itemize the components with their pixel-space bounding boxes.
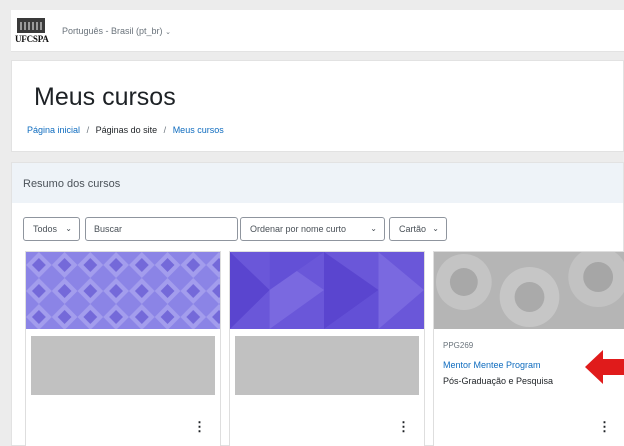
breadcrumb-my-courses[interactable]: Meus cursos — [173, 125, 224, 135]
course-image[interactable] — [434, 252, 624, 329]
breadcrumb-separator: / — [163, 125, 167, 135]
red-arrow-icon — [585, 350, 624, 384]
course-image[interactable] — [26, 252, 220, 329]
view-dropdown[interactable]: Cartão ⌄ — [389, 217, 447, 241]
course-menu-icon[interactable]: ⋮ — [397, 420, 410, 433]
sort-label: Ordenar por nome curto — [250, 224, 347, 234]
breadcrumb-separator: / — [86, 125, 90, 135]
course-category: PPG269 — [443, 341, 474, 350]
chevron-down-icon: ⌄ — [370, 224, 377, 233]
page-title: Meus cursos — [34, 83, 176, 111]
breadcrumb-home[interactable]: Página inicial — [27, 125, 80, 135]
block-header: Resumo dos cursos — [12, 163, 623, 203]
view-label: Cartão — [399, 224, 427, 234]
filter-label: Todos — [33, 224, 58, 234]
ufcspa-logo[interactable]: UFCSPA — [15, 16, 49, 46]
course-menu-icon[interactable]: ⋮ — [193, 420, 206, 433]
sort-dropdown[interactable]: Ordenar por nome curto ⌄ — [240, 217, 385, 241]
course-overview-block: Resumo dos cursos Todos ⌄ Ordenar por no… — [11, 162, 624, 446]
chevron-down-icon: ⌄ — [165, 29, 171, 36]
course-image[interactable] — [230, 252, 424, 329]
course-card[interactable]: ⋮ — [25, 251, 221, 446]
filter-dropdown[interactable]: Todos ⌄ — [23, 217, 80, 241]
navbar: UFCSPA Português - Brasil (pt_br) ⌄ — [11, 10, 624, 52]
logo-text: UFCSPA — [15, 34, 49, 44]
course-info-placeholder — [235, 336, 419, 395]
language-menu[interactable]: Português - Brasil (pt_br) ⌄ — [62, 26, 171, 36]
course-menu-icon[interactable]: ⋮ — [598, 420, 611, 433]
course-card[interactable]: ⋮ — [229, 251, 425, 446]
language-label: Português - Brasil (pt_br) — [62, 26, 163, 36]
course-subtitle: Pós-Graduação e Pesquisa — [443, 376, 554, 386]
course-info-placeholder — [31, 336, 215, 395]
breadcrumb: Página inicial / Páginas do site / Meus … — [27, 125, 224, 135]
page-header: Meus cursos Página inicial / Páginas do … — [11, 60, 624, 152]
chevron-down-icon: ⌄ — [432, 224, 439, 233]
building-icon — [17, 18, 45, 33]
breadcrumb-site-pages: Páginas do site — [95, 125, 158, 135]
search-input[interactable] — [85, 217, 238, 241]
course-name-link[interactable]: Mentor Mentee Program — [443, 360, 541, 370]
chevron-down-icon: ⌄ — [65, 224, 72, 233]
block-title: Resumo dos cursos — [23, 178, 121, 190]
